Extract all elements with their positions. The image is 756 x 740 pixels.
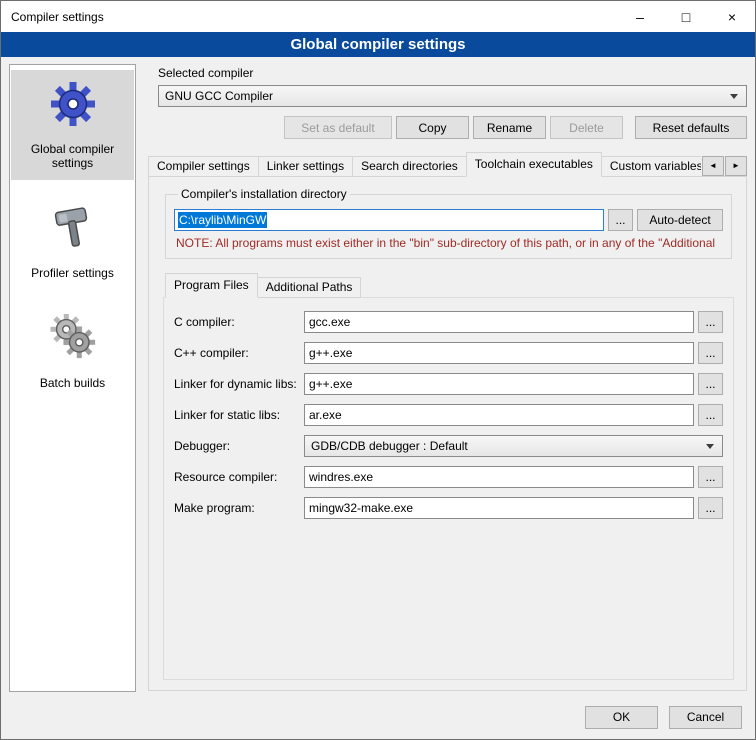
close-button[interactable]: × xyxy=(709,1,755,32)
program-files-panel: C compiler: ... C++ compiler: ... Linker… xyxy=(163,297,734,680)
window-title: Compiler settings xyxy=(1,10,104,24)
field-row-linker-dynamic: Linker for dynamic libs: ... xyxy=(174,373,723,395)
sidebar-item-global-compiler-settings[interactable]: Global compiler settings xyxy=(11,70,134,180)
compiler-actions: Set as default Copy Rename Delete Reset … xyxy=(148,116,747,139)
field-row-cpp-compiler: C++ compiler: ... xyxy=(174,342,723,364)
c-compiler-label: C compiler: xyxy=(174,315,304,329)
installation-directory-browse-button[interactable]: ... xyxy=(608,209,633,231)
bin-subdirectory-note: NOTE: All programs must exist either in … xyxy=(176,236,721,250)
sidebar: Global compiler settings Profiler settin… xyxy=(9,64,136,692)
tab-toolchain-executables[interactable]: Toolchain executables xyxy=(466,152,602,177)
make-program-browse-button[interactable]: ... xyxy=(698,497,723,519)
cpp-compiler-browse-button[interactable]: ... xyxy=(698,342,723,364)
chevron-down-icon xyxy=(706,444,714,449)
tab-compiler-settings[interactable]: Compiler settings xyxy=(148,156,259,177)
field-row-linker-static: Linker for static libs: ... xyxy=(174,404,723,426)
titlebar[interactable]: Compiler settings – □ × xyxy=(1,1,755,32)
minimize-button[interactable]: – xyxy=(617,1,663,32)
delete-button: Delete xyxy=(550,116,623,139)
sidebar-item-profiler-settings[interactable]: Profiler settings xyxy=(11,194,134,290)
make-program-label: Make program: xyxy=(174,501,304,515)
linker-dynamic-input[interactable] xyxy=(304,373,694,395)
make-program-input[interactable] xyxy=(304,497,694,519)
toolchain-executables-panel: Compiler's installation directory C:\ray… xyxy=(148,176,747,691)
installation-directory-row: C:\raylib\MinGW ... Auto-detect xyxy=(174,209,723,231)
debugger-select[interactable]: GDB/CDB debugger : Default xyxy=(304,435,723,457)
tab-strip: Compiler settings Linker settings Search… xyxy=(148,152,701,177)
resource-compiler-input[interactable] xyxy=(304,466,694,488)
profiler-tool-icon xyxy=(49,204,97,252)
resource-compiler-browse-button[interactable]: ... xyxy=(698,466,723,488)
set-as-default-button: Set as default xyxy=(284,116,392,139)
sidebar-item-batch-builds[interactable]: Batch builds xyxy=(11,304,134,400)
maximize-icon: □ xyxy=(682,9,690,25)
close-icon: × xyxy=(728,9,736,25)
copy-button[interactable]: Copy xyxy=(396,116,469,139)
field-row-c-compiler: C compiler: ... xyxy=(174,311,723,333)
main-panel: Selected compiler GNU GCC Compiler Set a… xyxy=(148,64,747,695)
resource-compiler-label: Resource compiler: xyxy=(174,470,304,484)
tab-linker-settings[interactable]: Linker settings xyxy=(258,156,353,177)
program-files-tab-bar: Program Files Additional Paths xyxy=(163,273,734,298)
tab-custom-variables[interactable]: Custom variables xyxy=(601,156,701,177)
compiler-settings-window: Compiler settings – □ × Global compiler … xyxy=(0,0,756,740)
field-row-resource-compiler: Resource compiler: ... xyxy=(174,466,723,488)
sidebar-item-label: Batch builds xyxy=(40,376,105,390)
tab-bar: Compiler settings Linker settings Search… xyxy=(148,152,747,177)
reset-defaults-button[interactable]: Reset defaults xyxy=(635,116,747,139)
debugger-label: Debugger: xyxy=(174,439,304,453)
minimize-icon: – xyxy=(636,9,644,25)
cpp-compiler-label: C++ compiler: xyxy=(174,346,304,360)
cancel-button[interactable]: Cancel xyxy=(669,706,742,729)
gears-icon xyxy=(49,314,97,362)
page-title: Global compiler settings xyxy=(1,32,755,57)
debugger-value: GDB/CDB debugger : Default xyxy=(311,439,468,453)
linker-dynamic-browse-button[interactable]: ... xyxy=(698,373,723,395)
tab-scroll-right-button[interactable]: ► xyxy=(725,156,747,176)
linker-static-label: Linker for static libs: xyxy=(174,408,304,422)
installation-directory-input[interactable]: C:\raylib\MinGW xyxy=(174,209,604,231)
dialog-footer: OK Cancel xyxy=(1,695,755,739)
ok-button[interactable]: OK xyxy=(585,706,658,729)
linker-static-browse-button[interactable]: ... xyxy=(698,404,723,426)
cpp-compiler-input[interactable] xyxy=(304,342,694,364)
sidebar-item-label: Global compiler settings xyxy=(15,142,130,170)
arrow-right-icon: ► xyxy=(732,161,740,170)
field-row-debugger: Debugger: GDB/CDB debugger : Default xyxy=(174,435,723,457)
rename-button[interactable]: Rename xyxy=(473,116,546,139)
tab-program-files[interactable]: Program Files xyxy=(165,273,258,298)
tab-search-directories[interactable]: Search directories xyxy=(352,156,467,177)
installation-directory-group-label: Compiler's installation directory xyxy=(178,187,350,201)
selected-compiler-label: Selected compiler xyxy=(158,66,747,80)
tab-additional-paths[interactable]: Additional Paths xyxy=(257,277,362,298)
linker-static-input[interactable] xyxy=(304,404,694,426)
field-row-make-program: Make program: ... xyxy=(174,497,723,519)
gear-icon xyxy=(49,80,97,128)
installation-directory-value: C:\raylib\MinGW xyxy=(178,212,267,228)
tab-scroll-buttons: ◄ ► xyxy=(702,156,747,176)
selected-compiler-select[interactable]: GNU GCC Compiler xyxy=(158,85,747,107)
chevron-down-icon xyxy=(730,94,738,99)
installation-directory-group: Compiler's installation directory C:\ray… xyxy=(165,187,732,259)
tab-scroll-left-button[interactable]: ◄ xyxy=(702,156,724,176)
linker-dynamic-label: Linker for dynamic libs: xyxy=(174,377,304,391)
c-compiler-input[interactable] xyxy=(304,311,694,333)
dialog-content: Global compiler settings Profiler settin… xyxy=(1,57,755,695)
c-compiler-browse-button[interactable]: ... xyxy=(698,311,723,333)
selected-compiler-value: GNU GCC Compiler xyxy=(165,89,273,103)
caption-buttons: – □ × xyxy=(617,1,755,32)
auto-detect-button[interactable]: Auto-detect xyxy=(637,209,723,231)
arrow-left-icon: ◄ xyxy=(709,161,717,170)
sidebar-item-label: Profiler settings xyxy=(31,266,114,280)
maximize-button[interactable]: □ xyxy=(663,1,709,32)
